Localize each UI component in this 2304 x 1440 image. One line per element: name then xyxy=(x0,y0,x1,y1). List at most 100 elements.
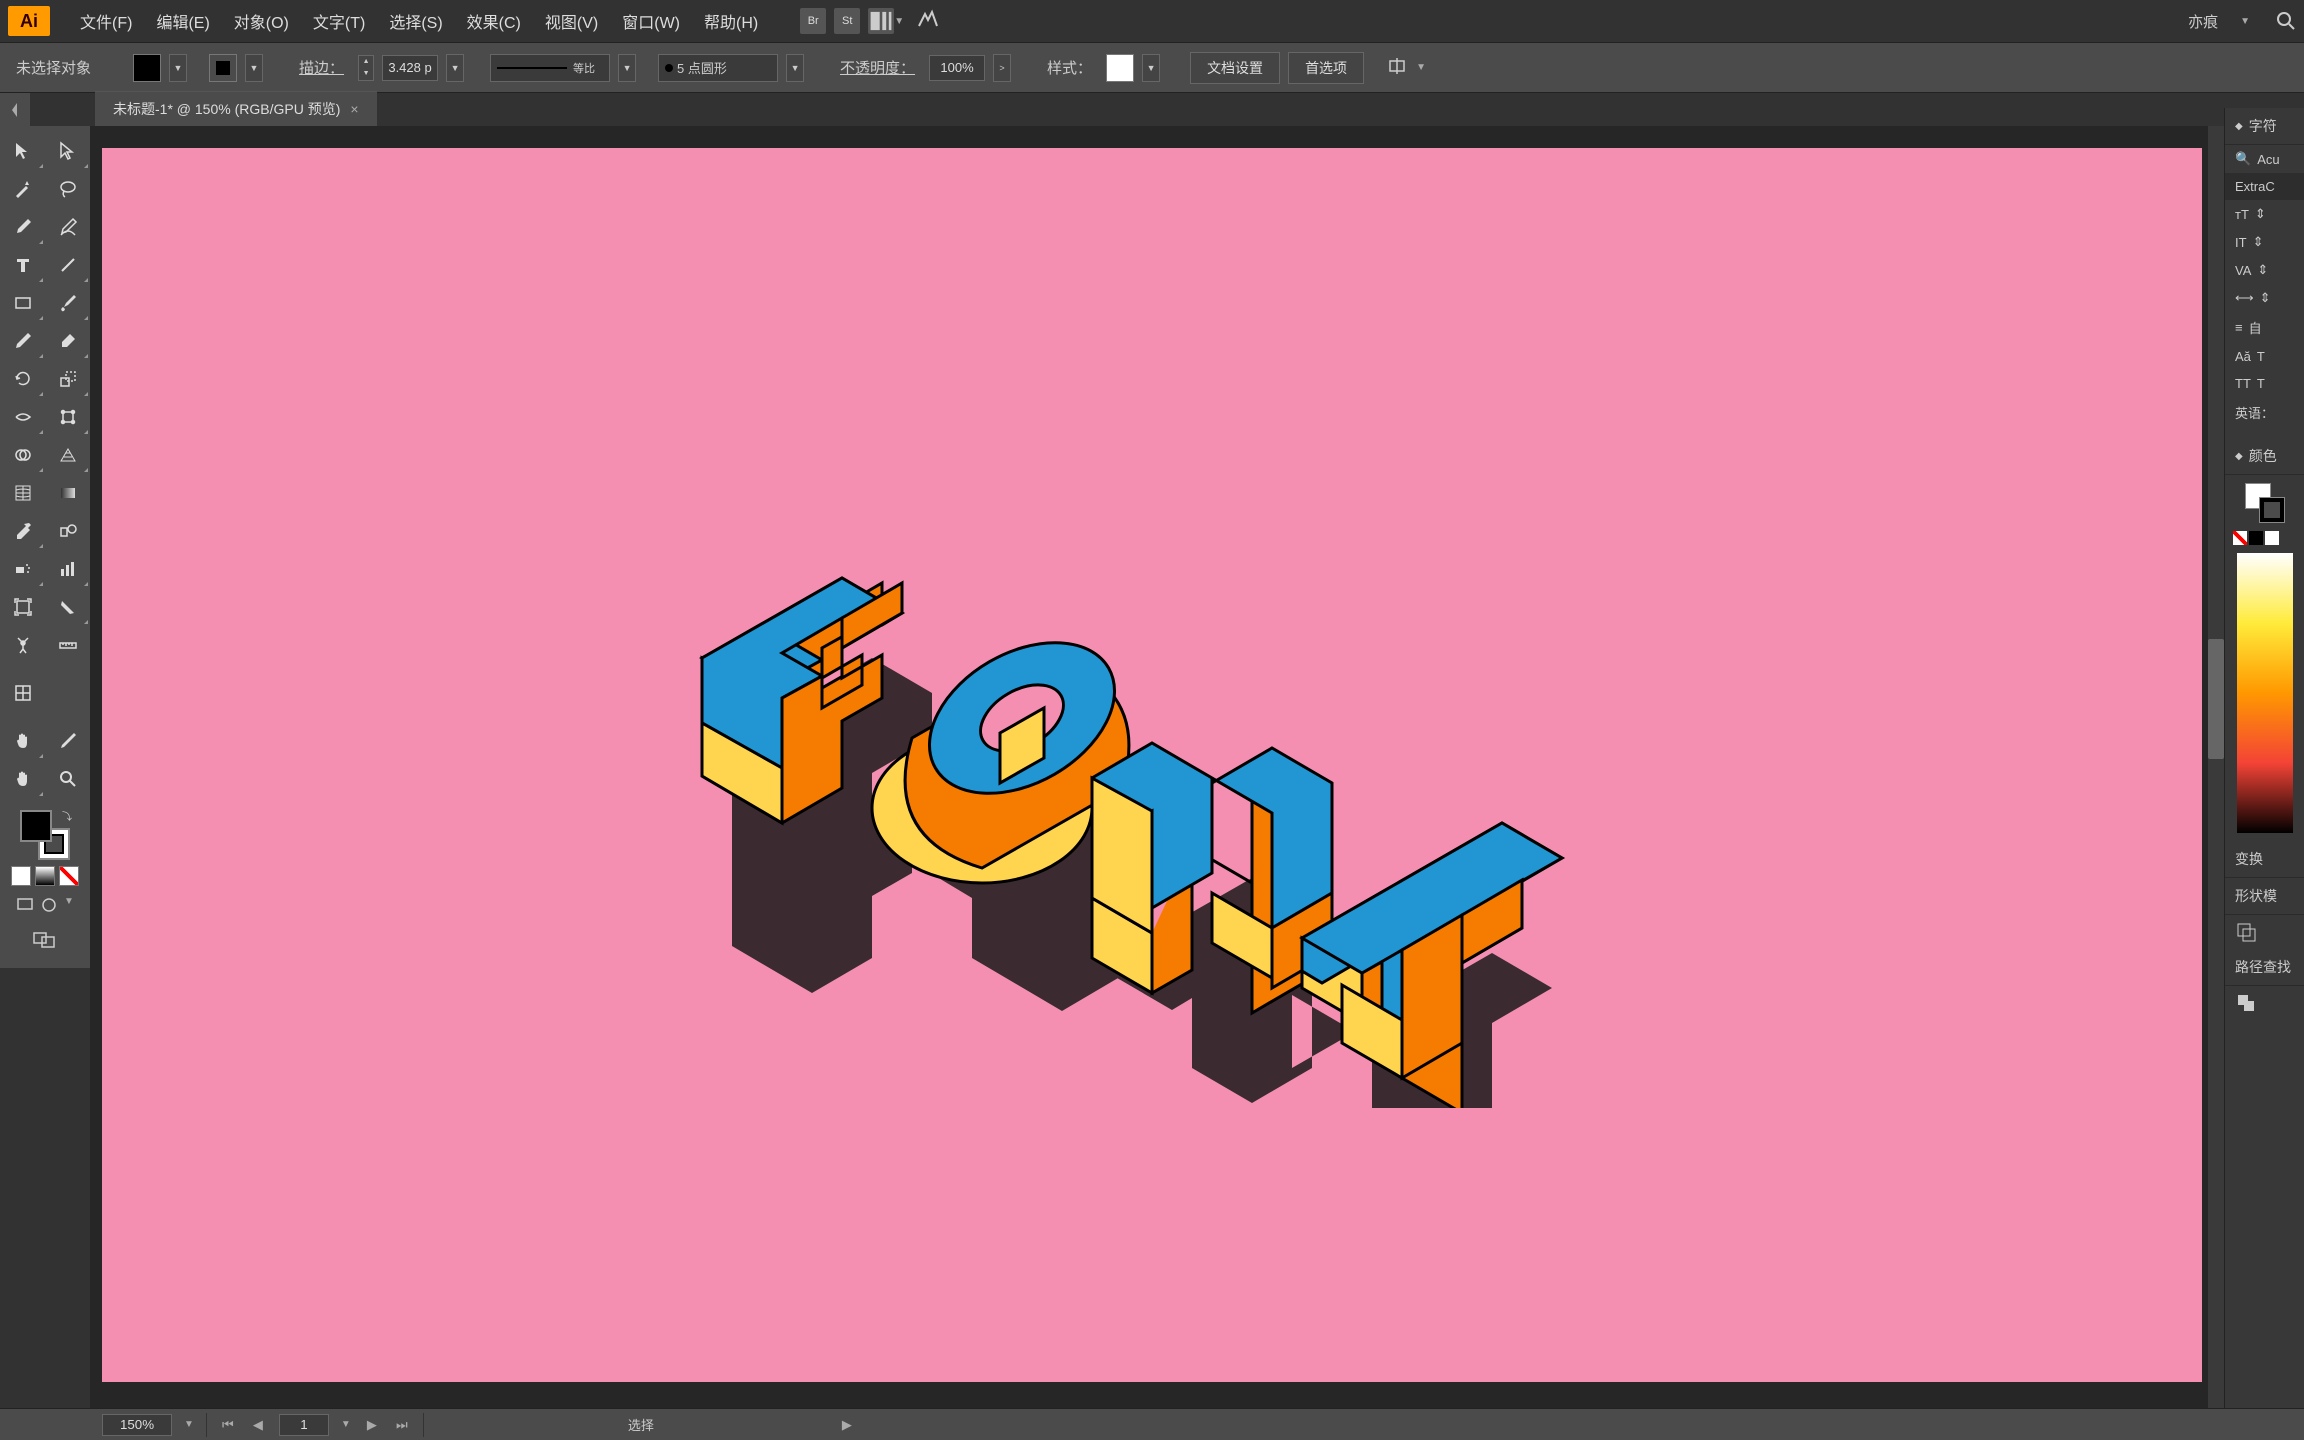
leading-row[interactable]: IT⇕ xyxy=(2225,228,2304,256)
last-page-icon[interactable]: ⏭ xyxy=(393,1416,411,1434)
kerning-row[interactable]: VA⇕ xyxy=(2225,256,2304,284)
status-menu-icon[interactable]: ▶ xyxy=(838,1416,856,1434)
rule-tool[interactable] xyxy=(45,722,90,760)
menu-view[interactable]: 视图(V) xyxy=(533,3,610,39)
type-tool[interactable] xyxy=(0,246,45,284)
color-mode-gradient[interactable] xyxy=(35,866,55,886)
artboard-tool[interactable] xyxy=(0,588,45,626)
eyedropper-tool[interactable] xyxy=(0,512,45,550)
preferences-button[interactable]: 首选项 xyxy=(1288,52,1364,84)
panel-stroke-swatch[interactable] xyxy=(2259,497,2285,523)
arrange-icon[interactable] xyxy=(868,8,894,34)
align-dropdown-icon[interactable]: ▼ xyxy=(1416,62,1426,73)
pencil-tool[interactable] xyxy=(0,322,45,360)
screen-mode-icon[interactable] xyxy=(16,896,34,917)
eraser-tool[interactable] xyxy=(45,322,90,360)
lasso-tool[interactable] xyxy=(45,170,90,208)
hand-tool[interactable] xyxy=(0,722,45,760)
direct-selection-tool[interactable] xyxy=(45,132,90,170)
artboard[interactable] xyxy=(102,148,2202,1382)
grid-tool[interactable] xyxy=(0,674,45,712)
fill-color-swatch[interactable] xyxy=(20,810,52,842)
baseline-row[interactable]: ≡自 xyxy=(2225,312,2304,343)
arrange-dropdown-icon[interactable]: ▼ xyxy=(894,16,904,27)
document-settings-button[interactable]: 文档设置 xyxy=(1190,52,1280,84)
stroke-weight-dropdown[interactable]: ▼ xyxy=(446,54,464,82)
zoom-input[interactable] xyxy=(102,1414,172,1436)
black-swatch[interactable] xyxy=(2249,531,2263,545)
color-mode-solid[interactable] xyxy=(11,866,31,886)
transform-panel-header[interactable]: 变换 xyxy=(2225,841,2304,878)
stroke-label[interactable]: 描边： xyxy=(293,57,350,78)
line-tool[interactable] xyxy=(45,246,90,284)
tab-close-icon[interactable]: × xyxy=(350,101,358,117)
screen-modes-icon[interactable] xyxy=(32,931,58,954)
stock-icon[interactable]: St xyxy=(834,8,860,34)
selection-tool[interactable] xyxy=(0,132,45,170)
column-graph-tool[interactable] xyxy=(45,550,90,588)
font-size-row[interactable]: тT⇕ xyxy=(2225,200,2304,228)
zoom-tool[interactable] xyxy=(45,760,90,798)
stroke-dropdown[interactable]: ▼ xyxy=(245,54,263,82)
swap-colors-icon[interactable]: ⤵ xyxy=(62,808,72,823)
shape-builder-tool[interactable] xyxy=(0,436,45,474)
canvas-viewport[interactable] xyxy=(90,126,2224,1408)
vscroll-thumb[interactable] xyxy=(2208,639,2224,759)
menu-text[interactable]: 文字(T) xyxy=(301,3,377,39)
menu-object[interactable]: 对象(O) xyxy=(222,3,301,39)
scale-tool[interactable] xyxy=(45,360,90,398)
screen-mode-2-icon[interactable] xyxy=(40,896,58,917)
pathfinder-panel-header[interactable]: 路径查找 xyxy=(2225,949,2304,986)
profile-dropdown[interactable]: ▼ xyxy=(618,54,636,82)
opacity-dropdown[interactable]: > xyxy=(993,54,1011,82)
hand-tool-2[interactable] xyxy=(0,760,45,798)
fill-stroke-swatch[interactable]: ⤵ xyxy=(20,810,70,860)
rectangle-tool[interactable] xyxy=(0,284,45,322)
style-swatch[interactable] xyxy=(1106,54,1134,82)
symbol-sprayer-tool[interactable] xyxy=(0,550,45,588)
brush-dropdown[interactable]: ▼ xyxy=(786,54,804,82)
menu-file[interactable]: 文件(F) xyxy=(68,3,144,39)
opacity-label[interactable]: 不透明度： xyxy=(834,57,921,78)
stroke-profile[interactable]: 等比 xyxy=(490,54,610,82)
brush-definition[interactable]: 5 点圆形 xyxy=(658,54,778,82)
workspace-dropdown-icon[interactable]: ▼ xyxy=(2240,16,2250,27)
first-page-icon[interactable]: ⏮ xyxy=(219,1416,237,1434)
character-panel-header[interactable]: ◆字符 xyxy=(2225,108,2304,145)
pathfinder-divide[interactable] xyxy=(2225,986,2304,1020)
font-3d-artwork[interactable] xyxy=(642,528,1602,1108)
screen-mode-dropdown-icon[interactable]: ▼ xyxy=(64,896,74,917)
page-dropdown-icon[interactable]: ▼ xyxy=(341,1419,351,1430)
menu-select[interactable]: 选择(S) xyxy=(377,3,454,39)
fill-swatch[interactable] xyxy=(133,54,161,82)
stroke-weight-input[interactable] xyxy=(382,55,438,81)
prev-page-icon[interactable]: ◀ xyxy=(249,1416,267,1434)
free-transform-tool[interactable] xyxy=(45,398,90,436)
document-tab[interactable]: 未标题-1* @ 150% (RGB/GPU 预览) × xyxy=(95,91,377,126)
tabbar-left-handle[interactable] xyxy=(0,93,30,126)
puppet-warp-tool[interactable] xyxy=(0,626,45,664)
align-icon[interactable] xyxy=(1386,55,1408,80)
curvature-tool[interactable] xyxy=(45,208,90,246)
vertical-scrollbar[interactable] xyxy=(2208,126,2224,1408)
stroke-swatch[interactable] xyxy=(209,54,237,82)
language-row[interactable]: 英语： xyxy=(2225,397,2304,428)
blend-tool[interactable] xyxy=(45,512,90,550)
search-icon[interactable] xyxy=(2276,11,2296,31)
color-spectrum[interactable] xyxy=(2237,553,2293,833)
magic-wand-tool[interactable] xyxy=(0,170,45,208)
paintbrush-tool[interactable] xyxy=(45,284,90,322)
measure-tool[interactable] xyxy=(45,626,90,664)
caps-row[interactable]: TTT xyxy=(2225,370,2304,397)
font-search-row[interactable]: 🔍 Acu xyxy=(2225,145,2304,173)
gpu-icon[interactable] xyxy=(916,8,940,35)
color-mode-none[interactable] xyxy=(59,866,79,886)
opacity-input[interactable] xyxy=(929,55,985,81)
gradient-tool[interactable] xyxy=(45,474,90,512)
next-page-icon[interactable]: ▶ xyxy=(363,1416,381,1434)
width-tool[interactable] xyxy=(0,398,45,436)
none-swatch[interactable] xyxy=(2233,531,2247,545)
mesh-tool[interactable] xyxy=(0,474,45,512)
pathfinder-unite[interactable] xyxy=(2225,915,2304,949)
page-input[interactable] xyxy=(279,1414,329,1436)
